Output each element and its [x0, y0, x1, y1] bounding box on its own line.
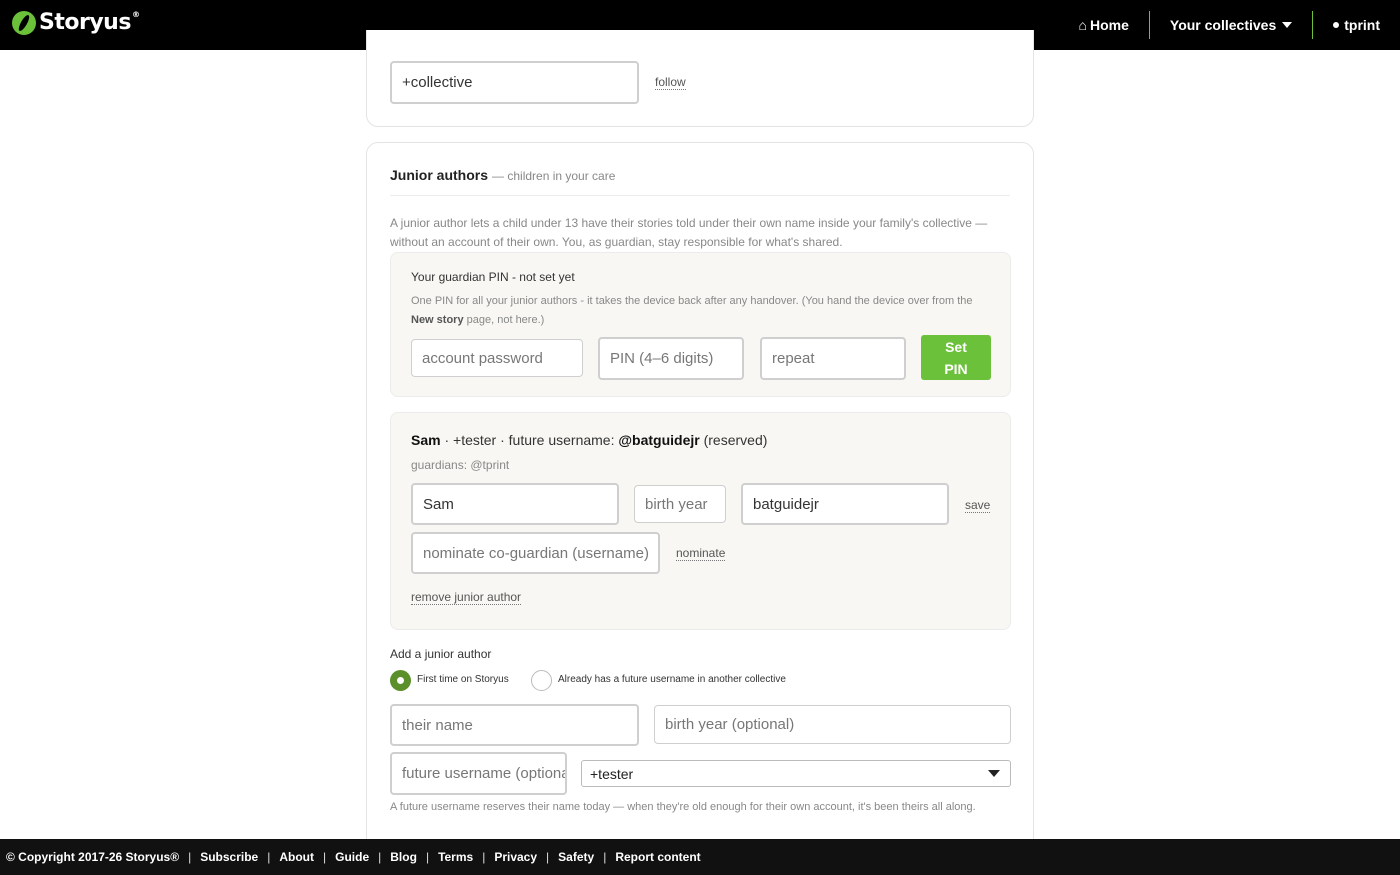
junior-username-field[interactable]: batguidejr [741, 483, 949, 525]
junior-authors-card: Junior authors — children in your care A … [366, 142, 1034, 875]
nav-collectives-label: Your collectives [1169, 17, 1277, 33]
nav-home[interactable]: ⌂ Home [1059, 0, 1149, 50]
brand-name: Storyus® [39, 10, 140, 35]
save-link[interactable]: save [965, 498, 991, 513]
co-guardian-field[interactable]: nominate co-guardian (username) [411, 532, 660, 574]
remove-junior-author-link[interactable]: remove junior author [411, 590, 522, 605]
pin-field[interactable]: PIN (4–6 digits) [598, 337, 744, 380]
new-junior-future-username-field[interactable]: future username (optional) [390, 752, 567, 795]
nav-user-menu[interactable]: tprint [1313, 0, 1400, 50]
footer-link-terms[interactable]: Terms [438, 850, 473, 864]
radio-first-time-label[interactable]: First time on Storyus [417, 674, 509, 685]
footer: © Copyright 2017-26 Storyus® | Subscribe |… [0, 839, 1400, 875]
footer-link-privacy[interactable]: Privacy [494, 850, 537, 864]
pin-description: One PIN for all your junior authors - it… [411, 295, 973, 326]
new-junior-birth-year-field[interactable]: birth year (optional) [654, 705, 1011, 744]
pin-repeat-field[interactable]: repeat [760, 337, 906, 380]
nav-collectives-dropdown[interactable]: Your collectives [1150, 0, 1312, 50]
nav-user-label: tprint [1344, 17, 1380, 33]
junior-author-panel: Sam · +tester · future username: @batgui… [390, 412, 1011, 630]
junior-name-field[interactable]: Sam [411, 483, 619, 525]
set-pin-button[interactable]: Set PIN [921, 335, 991, 380]
junior-author-heading: Sam · +tester · future username: @batgui… [411, 432, 768, 448]
follow-collective-card: +collective follow [366, 30, 1034, 127]
home-icon: ⌂ [1078, 17, 1087, 33]
guardian-pin-panel: Your guardian PIN - not set yet One PIN … [390, 252, 1011, 397]
add-junior-heading: Add a junior author [390, 647, 492, 661]
footer-link-blog[interactable]: Blog [390, 850, 417, 864]
nominate-link[interactable]: nominate [676, 546, 726, 561]
collective-input[interactable]: +collective [390, 61, 639, 104]
footer-link-safety[interactable]: Safety [558, 850, 594, 864]
account-password-field[interactable]: account password [411, 339, 583, 377]
radio-existing-username-label[interactable]: Already has a future username in another… [558, 674, 786, 685]
footer-link-guide[interactable]: Guide [335, 850, 369, 864]
section-divider [390, 195, 1010, 196]
section-title: Junior authors — children in your care [390, 167, 616, 183]
junior-birth-year-field[interactable]: birth year [634, 485, 726, 523]
footer-copyright: © Copyright 2017-26 Storyus® [6, 850, 180, 864]
follow-link[interactable]: follow [655, 75, 686, 90]
chevron-down-icon [1282, 22, 1293, 28]
footer-link-subscribe[interactable]: Subscribe [200, 850, 258, 864]
new-junior-name-field[interactable]: their name [390, 704, 639, 746]
future-username-note: A future username reserves their name to… [390, 801, 976, 813]
collective-select[interactable]: +tester [581, 760, 1011, 787]
brand-logo[interactable]: Storyus® [12, 10, 140, 35]
footer-link-about[interactable]: About [279, 850, 314, 864]
logo-icon [12, 10, 36, 35]
dropdown-arrow-icon [988, 770, 1000, 777]
junior-guardians: guardians: @tprint [411, 458, 510, 472]
status-dot-icon [1333, 22, 1340, 28]
section-intro: A junior author lets a child under 13 ha… [390, 216, 988, 249]
pin-heading: Your guardian PIN - not set yet [411, 270, 575, 284]
nav-home-label: Home [1089, 17, 1129, 33]
radio-first-time[interactable] [390, 670, 411, 691]
main-nav: ⌂ Home Your collectives tprint [1059, 0, 1400, 50]
radio-existing-username[interactable] [531, 670, 552, 691]
footer-link-report[interactable]: Report content [615, 850, 700, 864]
